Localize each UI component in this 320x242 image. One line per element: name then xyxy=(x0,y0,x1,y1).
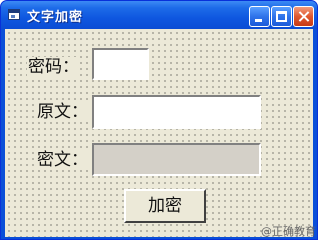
ciphertext-output xyxy=(92,143,261,176)
watermark-text: @正确教育 xyxy=(261,225,316,238)
form-area: 密码： 原文： 密文： 加密 xyxy=(5,29,313,237)
password-input[interactable] xyxy=(92,48,149,80)
password-label: 密码： xyxy=(27,57,80,77)
minimize-button[interactable] xyxy=(249,6,270,27)
window-app-icon[interactable] xyxy=(8,9,20,20)
app-window: 文字加密 密码： 原文： 密文： 加密 xyxy=(0,0,318,240)
ciphertext-label: 密文： xyxy=(36,150,89,170)
encrypt-button[interactable]: 加密 xyxy=(124,189,206,223)
close-button[interactable] xyxy=(293,6,314,27)
plaintext-input[interactable] xyxy=(92,95,261,129)
title-bar[interactable]: 文字加密 xyxy=(1,1,317,29)
maximize-button[interactable] xyxy=(271,6,292,27)
plaintext-label: 原文： xyxy=(36,102,89,122)
window-title: 文字加密 xyxy=(27,10,84,25)
